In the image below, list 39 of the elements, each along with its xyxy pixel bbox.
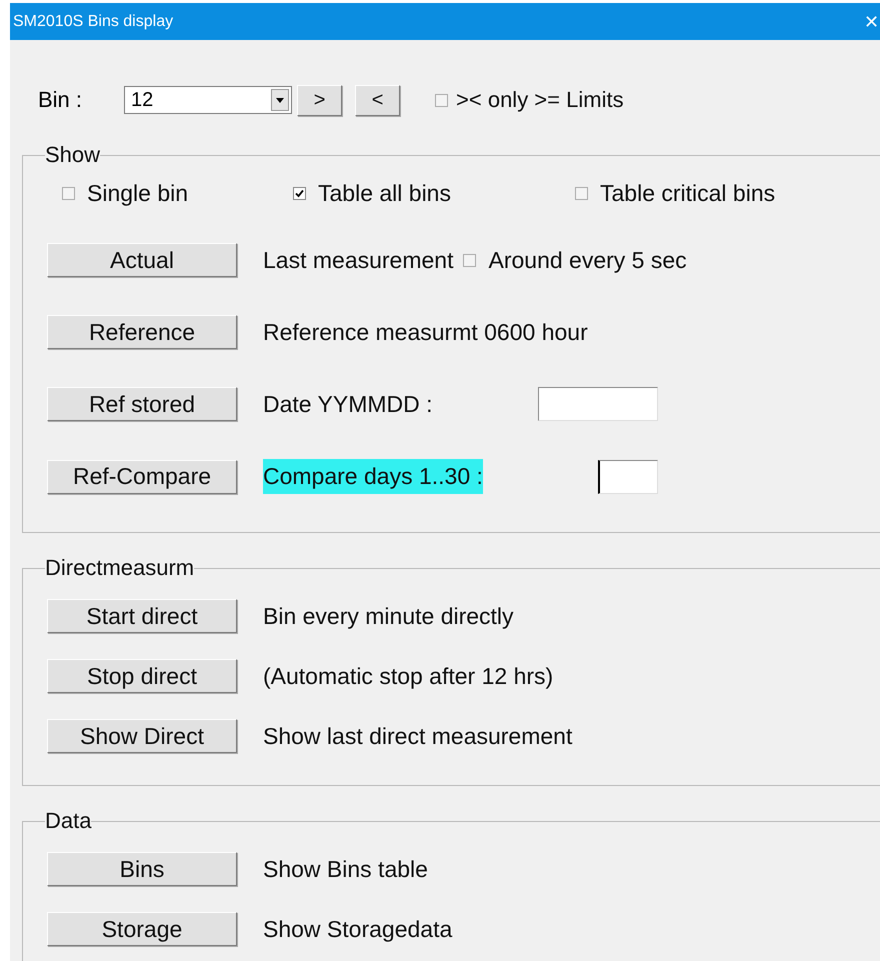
checkbox[interactable] bbox=[435, 94, 448, 106]
checkbox-label: Around every 5 sec bbox=[488, 246, 687, 274]
action-button[interactable]: Ref-Compare bbox=[47, 460, 237, 494]
nav-button[interactable]: > bbox=[297, 84, 342, 116]
checkbox-label: Table all bins bbox=[318, 180, 451, 207]
description-text: Compare days 1..30 : bbox=[263, 459, 483, 494]
input-field[interactable] bbox=[598, 460, 658, 494]
description-text: Last measurement bbox=[263, 246, 454, 274]
nav-button[interactable]: < bbox=[355, 84, 400, 116]
checkbox[interactable] bbox=[62, 187, 75, 200]
action-button[interactable]: Stop direct bbox=[47, 659, 237, 693]
checkbox[interactable] bbox=[463, 254, 476, 266]
description-text: Show Bins table bbox=[263, 856, 428, 882]
description-text: (Automatic stop after 12 hrs) bbox=[263, 662, 554, 690]
action-button[interactable]: Start direct bbox=[47, 599, 237, 633]
close-button[interactable]: ✕ bbox=[864, 12, 879, 30]
action-button[interactable]: Reference bbox=[47, 315, 237, 349]
action-button[interactable]: Actual bbox=[47, 243, 237, 277]
group-title: Directmeasurm bbox=[45, 555, 194, 581]
action-button[interactable]: Bins bbox=[47, 852, 237, 886]
checkbox[interactable] bbox=[575, 187, 588, 200]
description-text: Show last direct measurement bbox=[263, 722, 572, 750]
checkbox-label: Single bin bbox=[87, 180, 188, 207]
input-field[interactable] bbox=[538, 387, 658, 421]
action-button[interactable]: Ref stored bbox=[47, 387, 237, 421]
description-text: Show Storagedata bbox=[263, 916, 452, 942]
bin-label: Bin : bbox=[38, 87, 82, 113]
description-text: Bin every minute directly bbox=[263, 602, 514, 630]
checkbox-label: Table critical bins bbox=[600, 180, 776, 207]
checkbox-label: >< only >= Limits bbox=[456, 87, 624, 113]
window-title: SM2010S Bins display bbox=[13, 12, 174, 30]
group-title: Data bbox=[45, 808, 92, 834]
action-button[interactable]: Storage bbox=[47, 912, 237, 946]
action-button[interactable]: Show Direct bbox=[47, 719, 237, 753]
description-text: Date YYMMDD : bbox=[263, 390, 433, 418]
bin-dropdown[interactable]: 12 bbox=[124, 86, 292, 114]
description-text: Reference measurmt 0600 hour bbox=[263, 318, 588, 346]
checkbox[interactable] bbox=[293, 187, 306, 200]
group-title: Show bbox=[45, 142, 100, 168]
